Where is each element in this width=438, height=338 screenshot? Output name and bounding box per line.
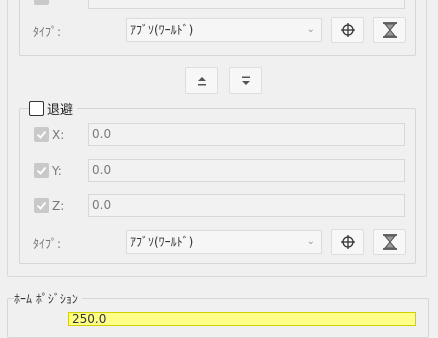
retreat-crosshair-button[interactable] — [331, 229, 364, 255]
check-icon — [36, 130, 47, 139]
move-up-icon — [197, 76, 206, 85]
z-label: Z: — [52, 199, 65, 213]
x-checkbox[interactable] — [34, 127, 49, 142]
retreat-title-label: 退避 — [47, 103, 74, 118]
x-label: X: — [52, 128, 65, 142]
retreat-title: 退避 — [29, 99, 78, 118]
upper-checkbox[interactable] — [34, 0, 49, 5]
retreat-type-value: ｱﾌﾞｿ(ﾜｰﾙﾄﾞ) — [130, 235, 194, 249]
upper-type-label: ﾀｲﾌﾟ: — [33, 25, 62, 39]
move-down-icon — [241, 76, 250, 85]
z-checkbox[interactable] — [34, 198, 49, 213]
home-position-title: ﾎｰﾑ ﾎﾟｼﾞｼｮﾝ — [14, 290, 82, 307]
home-position-field[interactable]: 250.0 — [68, 312, 416, 326]
z-field[interactable]: 0.0 — [88, 194, 405, 217]
hourglass-icon — [382, 234, 397, 250]
upper-hourglass-button[interactable] — [373, 17, 406, 43]
retreat-type-select[interactable]: ｱﾌﾞｿ(ﾜｰﾙﾄﾞ) ⌄ — [126, 230, 322, 254]
retreat-type-label: ﾀｲﾌﾟ: — [33, 237, 62, 251]
move-down-button[interactable] — [229, 67, 262, 94]
upper-type-value: ｱﾌﾞｿ(ﾜｰﾙﾄﾞ) — [130, 23, 194, 37]
check-icon — [36, 201, 47, 210]
retreat-checkbox[interactable] — [29, 101, 44, 116]
check-icon — [36, 166, 47, 175]
crosshair-icon — [340, 23, 355, 37]
y-label: Y: — [52, 164, 62, 178]
chevron-down-icon: ⌄ — [306, 236, 315, 247]
x-field[interactable]: 0.0 — [88, 123, 405, 146]
upper-field[interactable] — [88, 0, 405, 9]
y-field[interactable]: 0.0 — [88, 159, 405, 182]
upper-crosshair-button[interactable] — [331, 17, 364, 43]
chevron-down-icon: ⌄ — [306, 24, 315, 35]
hourglass-icon — [382, 22, 397, 38]
crosshair-icon — [340, 235, 355, 249]
retreat-hourglass-button[interactable] — [373, 229, 406, 255]
move-up-button[interactable] — [185, 67, 218, 94]
y-checkbox[interactable] — [34, 163, 49, 178]
upper-type-select[interactable]: ｱﾌﾞｿ(ﾜｰﾙﾄﾞ) ⌄ — [126, 18, 322, 42]
